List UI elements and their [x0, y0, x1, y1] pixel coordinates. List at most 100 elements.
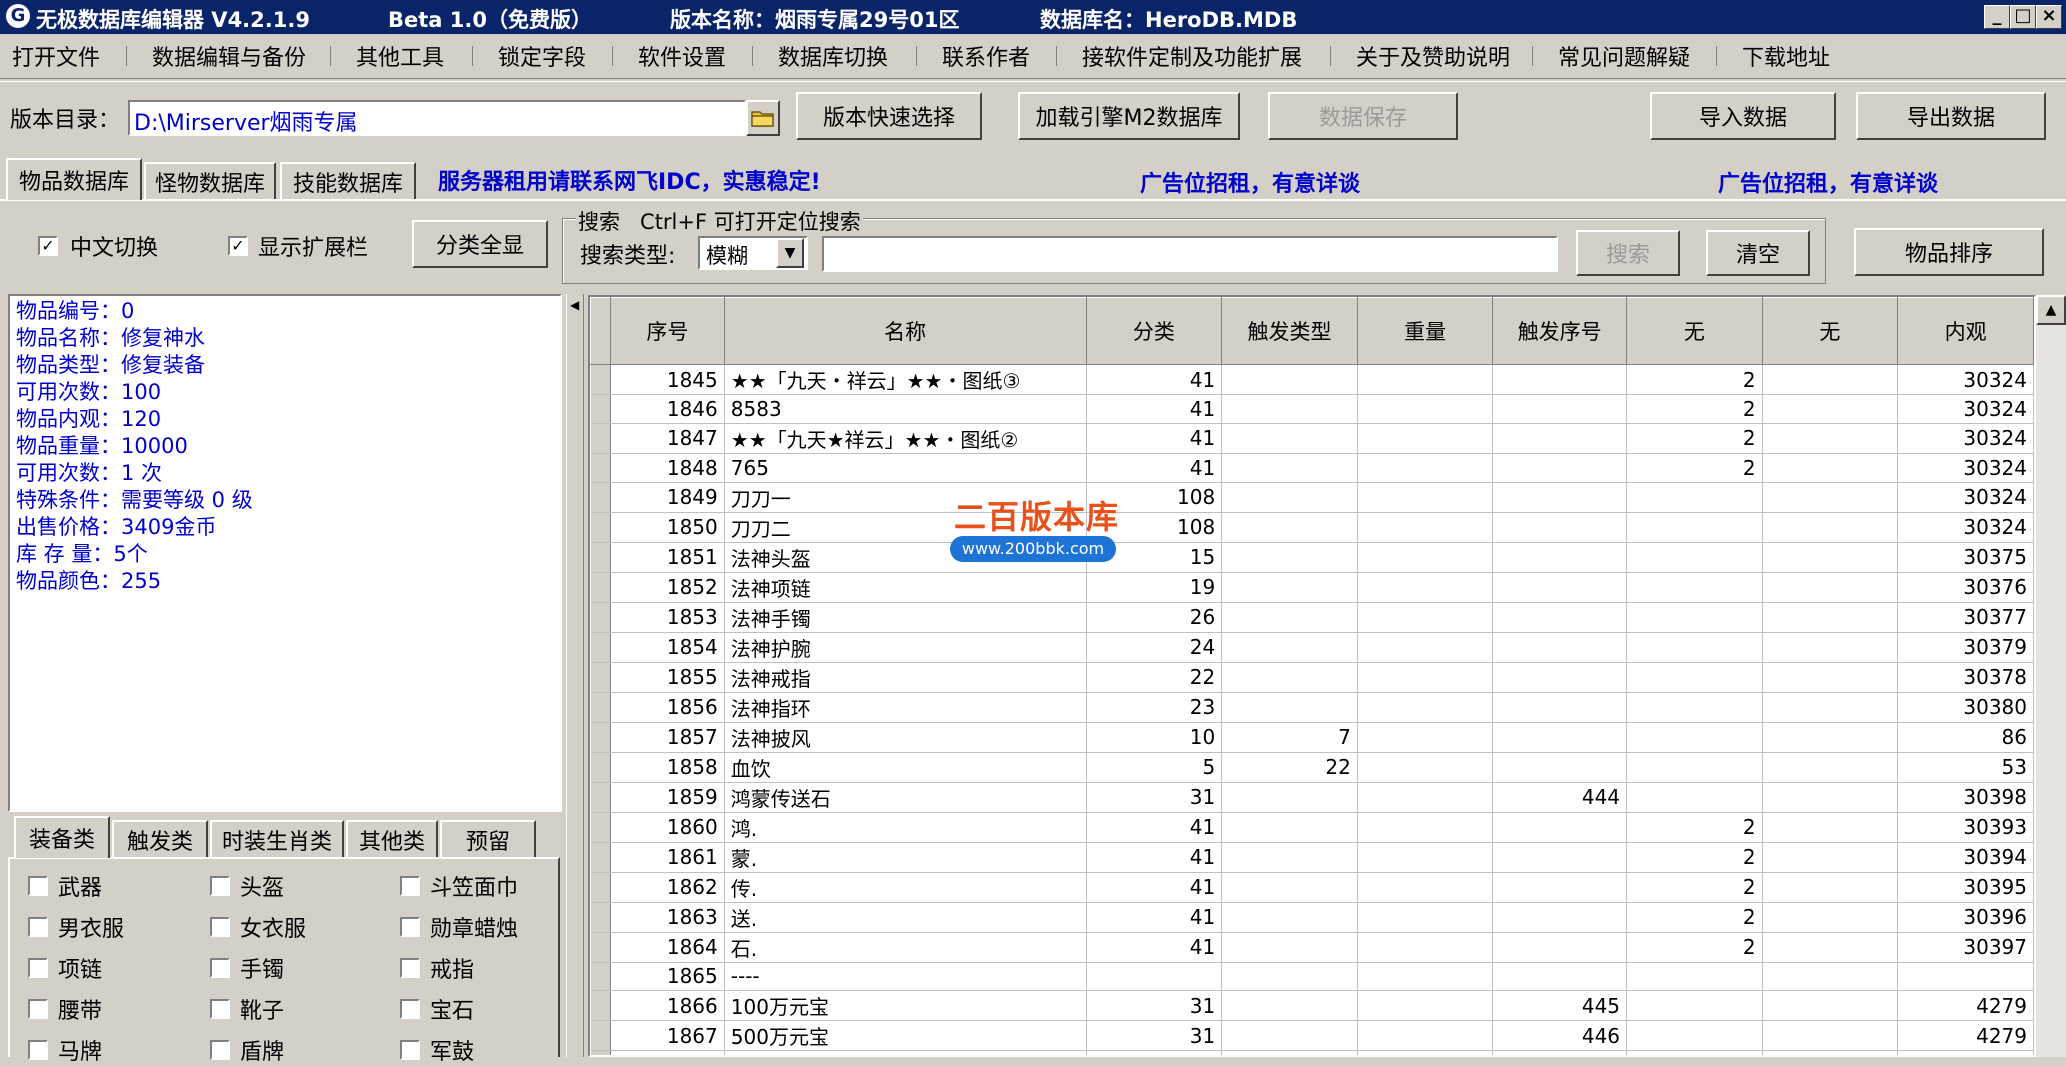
- table-cell[interactable]: 2: [1626, 872, 1763, 903]
- table-cell[interactable]: [1492, 512, 1628, 543]
- table-cell[interactable]: [1762, 394, 1899, 424]
- import-button[interactable]: 导入数据: [1650, 92, 1836, 140]
- table-cell[interactable]: [1492, 662, 1628, 693]
- table-cell[interactable]: [1357, 752, 1494, 783]
- table-cell[interactable]: 22: [1221, 1050, 1358, 1055]
- menu-custom-dev[interactable]: 接软件定制及功能扩展: [1082, 40, 1302, 72]
- table-cell[interactable]: [1357, 394, 1494, 424]
- table-cell[interactable]: 30393: [1897, 812, 2034, 843]
- table-cell[interactable]: 1867: [610, 1020, 725, 1052]
- table-cell[interactable]: [1897, 962, 2034, 992]
- table-cell[interactable]: [1626, 990, 1763, 1022]
- table-cell[interactable]: 30324: [1897, 364, 2034, 395]
- table-cell[interactable]: [1626, 782, 1763, 813]
- table-cell[interactable]: [1762, 902, 1899, 933]
- table-cell[interactable]: [1221, 872, 1358, 903]
- table-cell[interactable]: 1851: [610, 542, 725, 573]
- table-row[interactable]: 1845 ★★「九天・祥云」★★・图纸③ 41 2 30324: [590, 364, 2034, 395]
- table-row[interactable]: 1851 法神头盔 15 30375: [590, 542, 2034, 573]
- table-cell[interactable]: [1221, 542, 1358, 573]
- table-cell[interactable]: [1221, 782, 1358, 813]
- table-cell[interactable]: [1762, 572, 1899, 603]
- maximize-button[interactable]: □: [2010, 5, 2036, 29]
- table-row[interactable]: 1857 法神披风 10 7 86: [590, 722, 2034, 753]
- category-checkbox[interactable]: [210, 876, 230, 896]
- table-cell[interactable]: 1855: [610, 662, 725, 693]
- save-data-button[interactable]: 数据保存: [1268, 92, 1458, 140]
- table-row[interactable]: 1849 刀刀一 108 30324: [590, 482, 2034, 513]
- table-cell[interactable]: 1868: [610, 1050, 725, 1055]
- table-cell[interactable]: 1857: [610, 722, 725, 753]
- table-cell[interactable]: [1626, 602, 1763, 633]
- category-checkbox[interactable]: [400, 876, 420, 896]
- tab-category-reserved[interactable]: 预留: [440, 820, 536, 858]
- table-row[interactable]: 1867 500万元宝 31 446 4279: [590, 1020, 2034, 1052]
- table-cell[interactable]: [1626, 482, 1763, 513]
- table-cell[interactable]: [1086, 962, 1223, 992]
- table-cell[interactable]: 41: [1086, 872, 1223, 903]
- table-cell[interactable]: 规则之王: [724, 1050, 1087, 1055]
- table-cell[interactable]: 1863: [610, 902, 725, 933]
- row-indicator[interactable]: [590, 782, 611, 813]
- menu-download[interactable]: 下载地址: [1742, 40, 1830, 72]
- table-cell[interactable]: 0: [1626, 1050, 1763, 1055]
- category-checkbox[interactable]: [210, 958, 230, 978]
- table-cell[interactable]: [1221, 692, 1358, 723]
- table-cell[interactable]: 送.: [724, 902, 1087, 933]
- table-cell[interactable]: [1492, 752, 1628, 783]
- table-cell[interactable]: [1357, 572, 1494, 603]
- tab-skill-db[interactable]: 技能数据库: [280, 162, 416, 200]
- table-cell[interactable]: 30397: [1897, 932, 2034, 963]
- table-cell[interactable]: [1357, 1020, 1494, 1052]
- category-checkbox[interactable]: [400, 1040, 420, 1060]
- category-checkbox[interactable]: [210, 999, 230, 1019]
- table-cell[interactable]: [1221, 932, 1358, 963]
- table-cell[interactable]: 31: [1086, 990, 1223, 1022]
- table-cell[interactable]: [1492, 632, 1628, 663]
- col-header-trigger-id[interactable]: 触发序号: [1492, 297, 1628, 365]
- table-cell[interactable]: 8583: [724, 394, 1087, 424]
- table-cell[interactable]: 1864: [610, 932, 725, 963]
- table-cell[interactable]: 290: [1897, 1050, 2034, 1055]
- row-indicator[interactable]: [590, 842, 611, 873]
- table-cell[interactable]: [1357, 423, 1494, 454]
- table-cell[interactable]: 86: [1897, 722, 2034, 753]
- category-checkbox[interactable]: [400, 999, 420, 1019]
- table-cell[interactable]: 7: [1221, 722, 1358, 753]
- row-indicator[interactable]: [590, 542, 611, 573]
- table-cell[interactable]: 30324: [1897, 423, 2034, 454]
- table-cell[interactable]: [1762, 990, 1899, 1022]
- table-cell[interactable]: [1626, 1020, 1763, 1052]
- table-cell[interactable]: [1357, 872, 1494, 903]
- row-indicator[interactable]: [590, 662, 611, 693]
- close-button[interactable]: ×: [2036, 5, 2062, 29]
- table-row[interactable]: 1846 8583 41 2 30324: [590, 394, 2034, 424]
- col-header-none-2[interactable]: 无: [1761, 297, 1899, 365]
- table-cell[interactable]: 41: [1086, 364, 1223, 395]
- row-indicator[interactable]: [590, 482, 611, 513]
- table-row[interactable]: 1862 传. 41 2 30395: [590, 872, 2034, 903]
- col-header-name[interactable]: 名称: [723, 297, 1087, 365]
- table-cell[interactable]: [1762, 364, 1899, 395]
- table-cell[interactable]: [1762, 722, 1899, 753]
- table-cell[interactable]: [1762, 453, 1899, 483]
- table-cell[interactable]: 5: [1086, 752, 1223, 783]
- table-cell[interactable]: 23: [1086, 692, 1223, 723]
- table-cell[interactable]: [1221, 1020, 1358, 1052]
- table-cell[interactable]: 4279: [1897, 990, 2034, 1022]
- menu-settings[interactable]: 软件设置: [638, 40, 726, 72]
- table-cell[interactable]: 1848: [610, 453, 725, 483]
- table-cell[interactable]: [1492, 542, 1628, 573]
- table-cell[interactable]: 2: [1626, 453, 1763, 483]
- table-cell[interactable]: 30324: [1897, 482, 2034, 513]
- table-cell[interactable]: [1762, 782, 1899, 813]
- table-cell[interactable]: 1858: [610, 752, 725, 783]
- table-cell[interactable]: 41: [1086, 902, 1223, 933]
- table-cell[interactable]: [1626, 752, 1763, 783]
- table-cell[interactable]: [1492, 364, 1628, 395]
- table-cell[interactable]: [1221, 423, 1358, 454]
- row-indicator[interactable]: [590, 423, 611, 454]
- row-indicator[interactable]: [590, 1050, 611, 1055]
- row-indicator[interactable]: [590, 902, 611, 933]
- table-cell[interactable]: [1221, 602, 1358, 633]
